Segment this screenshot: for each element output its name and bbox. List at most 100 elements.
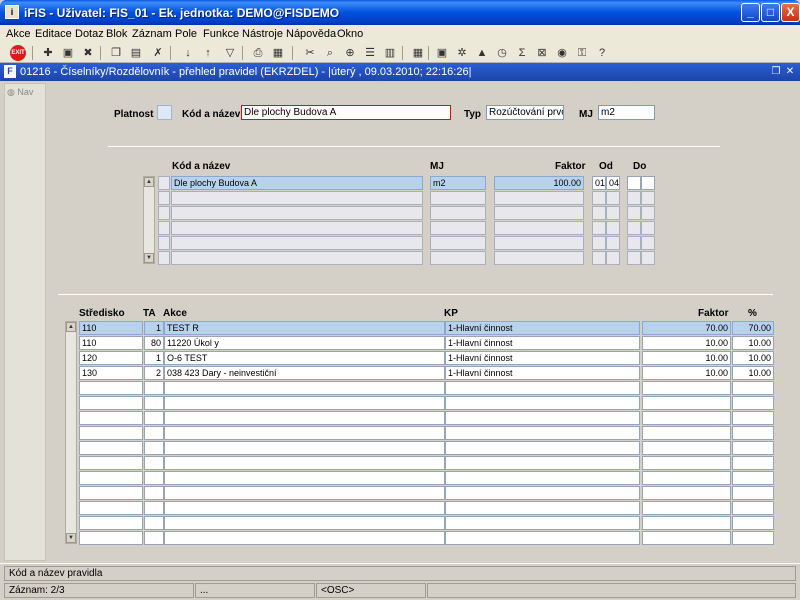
pct-cell[interactable] — [732, 471, 774, 485]
kod-field[interactable]: Dle plochy Budova A — [241, 105, 451, 120]
faktor-cell[interactable]: 70.00 — [642, 321, 731, 335]
row-marker[interactable] — [158, 206, 170, 220]
restore-icon[interactable]: ❐ — [770, 65, 782, 78]
do-cell[interactable] — [641, 251, 655, 265]
faktor-cell[interactable] — [494, 251, 584, 265]
do-cell[interactable] — [627, 176, 641, 190]
od-cell[interactable]: 04 — [606, 176, 620, 190]
pct-cell[interactable] — [732, 486, 774, 500]
row-marker[interactable] — [158, 251, 170, 265]
kp-cell[interactable] — [445, 426, 640, 440]
od-cell[interactable] — [592, 236, 606, 250]
kp-cell[interactable]: 1-Hlavní činnost — [445, 351, 640, 365]
faktor-cell[interactable]: 10.00 — [642, 336, 731, 350]
kp-cell[interactable] — [445, 486, 640, 500]
do-cell[interactable] — [641, 206, 655, 220]
akce-cell[interactable]: 11220 Úkol y — [164, 336, 445, 350]
lower-scrollbar[interactable]: ▲ ▼ — [65, 321, 77, 544]
scroll-up-icon[interactable]: ▲ — [66, 322, 76, 332]
excel-icon[interactable]: ⊠ — [534, 45, 550, 61]
kp-cell[interactable] — [445, 516, 640, 530]
zoom-icon[interactable]: ⊕ — [342, 45, 358, 61]
akce-cell[interactable] — [164, 441, 445, 455]
akce-cell[interactable]: TEST R — [164, 321, 445, 335]
sort-desc-icon[interactable]: ↑ — [200, 45, 216, 61]
faktor-cell[interactable] — [642, 426, 731, 440]
faktor-cell[interactable] — [642, 471, 731, 485]
od-cell[interactable] — [592, 206, 606, 220]
faktor-cell[interactable] — [494, 236, 584, 250]
kp-cell[interactable] — [445, 381, 640, 395]
do-cell[interactable] — [641, 176, 655, 190]
faktor-cell[interactable]: 100.00 — [494, 176, 584, 190]
pct-cell[interactable]: 70.00 — [732, 321, 774, 335]
pct-cell[interactable]: 10.00 — [732, 366, 774, 380]
pct-cell[interactable] — [732, 426, 774, 440]
faktor-cell[interactable] — [642, 486, 731, 500]
akce-cell[interactable] — [164, 501, 445, 515]
child-close-icon[interactable]: ✕ — [784, 65, 796, 78]
ta-cell[interactable] — [144, 516, 164, 530]
do-cell[interactable] — [627, 191, 641, 205]
sum-icon[interactable]: Σ — [514, 45, 530, 61]
menu-editace[interactable]: Editace — [35, 28, 72, 40]
pct-cell[interactable]: 10.00 — [732, 351, 774, 365]
faktor-cell[interactable] — [494, 191, 584, 205]
faktor-cell[interactable] — [642, 456, 731, 470]
od-cell[interactable] — [592, 221, 606, 235]
stredisko-cell[interactable] — [79, 501, 143, 515]
stredisko-cell[interactable] — [79, 441, 143, 455]
faktor-cell[interactable] — [642, 516, 731, 530]
row-marker[interactable] — [158, 236, 170, 250]
nav-button[interactable]: ◍ Nav — [7, 87, 33, 98]
faktor-cell[interactable]: 10.00 — [642, 351, 731, 365]
kp-cell[interactable] — [445, 501, 640, 515]
filter-icon[interactable]: ▽ — [222, 45, 238, 61]
kp-cell[interactable] — [445, 531, 640, 545]
od-cell[interactable] — [606, 206, 620, 220]
lock-icon[interactable]: ⚿ — [574, 45, 590, 61]
stredisko-cell[interactable]: 120 — [79, 351, 143, 365]
minimize-button[interactable]: _ — [741, 3, 760, 22]
grid-icon[interactable]: ▦ — [410, 45, 426, 61]
ta-cell[interactable] — [144, 531, 164, 545]
document-icon[interactable]: ▣ — [434, 45, 450, 61]
kp-cell[interactable] — [445, 441, 640, 455]
od-cell[interactable] — [592, 191, 606, 205]
settings-icon[interactable]: ✲ — [454, 45, 470, 61]
faktor-cell[interactable] — [494, 206, 584, 220]
copy-icon[interactable]: ❐ — [108, 45, 124, 61]
clock-icon[interactable]: ◷ — [494, 45, 510, 61]
akce-cell[interactable] — [164, 486, 445, 500]
maximize-button[interactable]: □ — [761, 3, 780, 22]
scroll-down-icon[interactable]: ▼ — [66, 533, 76, 543]
platnost-field[interactable] — [157, 105, 172, 120]
exit-icon[interactable]: EXIT — [10, 45, 26, 61]
upper-scrollbar[interactable]: ▲ ▼ — [143, 176, 155, 264]
menu-funkce[interactable]: Funkce — [203, 28, 239, 40]
stredisko-cell[interactable] — [79, 426, 143, 440]
akce-cell[interactable] — [164, 516, 445, 530]
ta-cell[interactable] — [144, 396, 164, 410]
od-cell[interactable] — [606, 221, 620, 235]
menu-dotaz[interactable]: Dotaz — [75, 28, 104, 40]
delete-record-icon[interactable]: ✖ — [80, 45, 96, 61]
print-icon[interactable]: ⎙ — [250, 45, 266, 61]
stredisko-cell[interactable]: 130 — [79, 366, 143, 380]
mj-cell[interactable]: m2 — [430, 176, 486, 190]
akce-cell[interactable] — [164, 426, 445, 440]
faktor-cell[interactable] — [642, 381, 731, 395]
find-icon[interactable]: ⌕ — [322, 45, 338, 61]
akce-cell[interactable] — [164, 456, 445, 470]
kp-cell[interactable] — [445, 411, 640, 425]
typ-field[interactable]: Rozúčtování prvotn — [486, 105, 564, 120]
kod-cell[interactable] — [171, 191, 423, 205]
pct-cell[interactable] — [732, 456, 774, 470]
do-cell[interactable] — [641, 191, 655, 205]
chart-icon[interactable]: ▲ — [474, 45, 490, 61]
do-cell[interactable] — [627, 206, 641, 220]
do-cell[interactable] — [627, 251, 641, 265]
akce-cell[interactable] — [164, 471, 445, 485]
pct-cell[interactable] — [732, 396, 774, 410]
paste-icon[interactable]: ▤ — [128, 45, 144, 61]
